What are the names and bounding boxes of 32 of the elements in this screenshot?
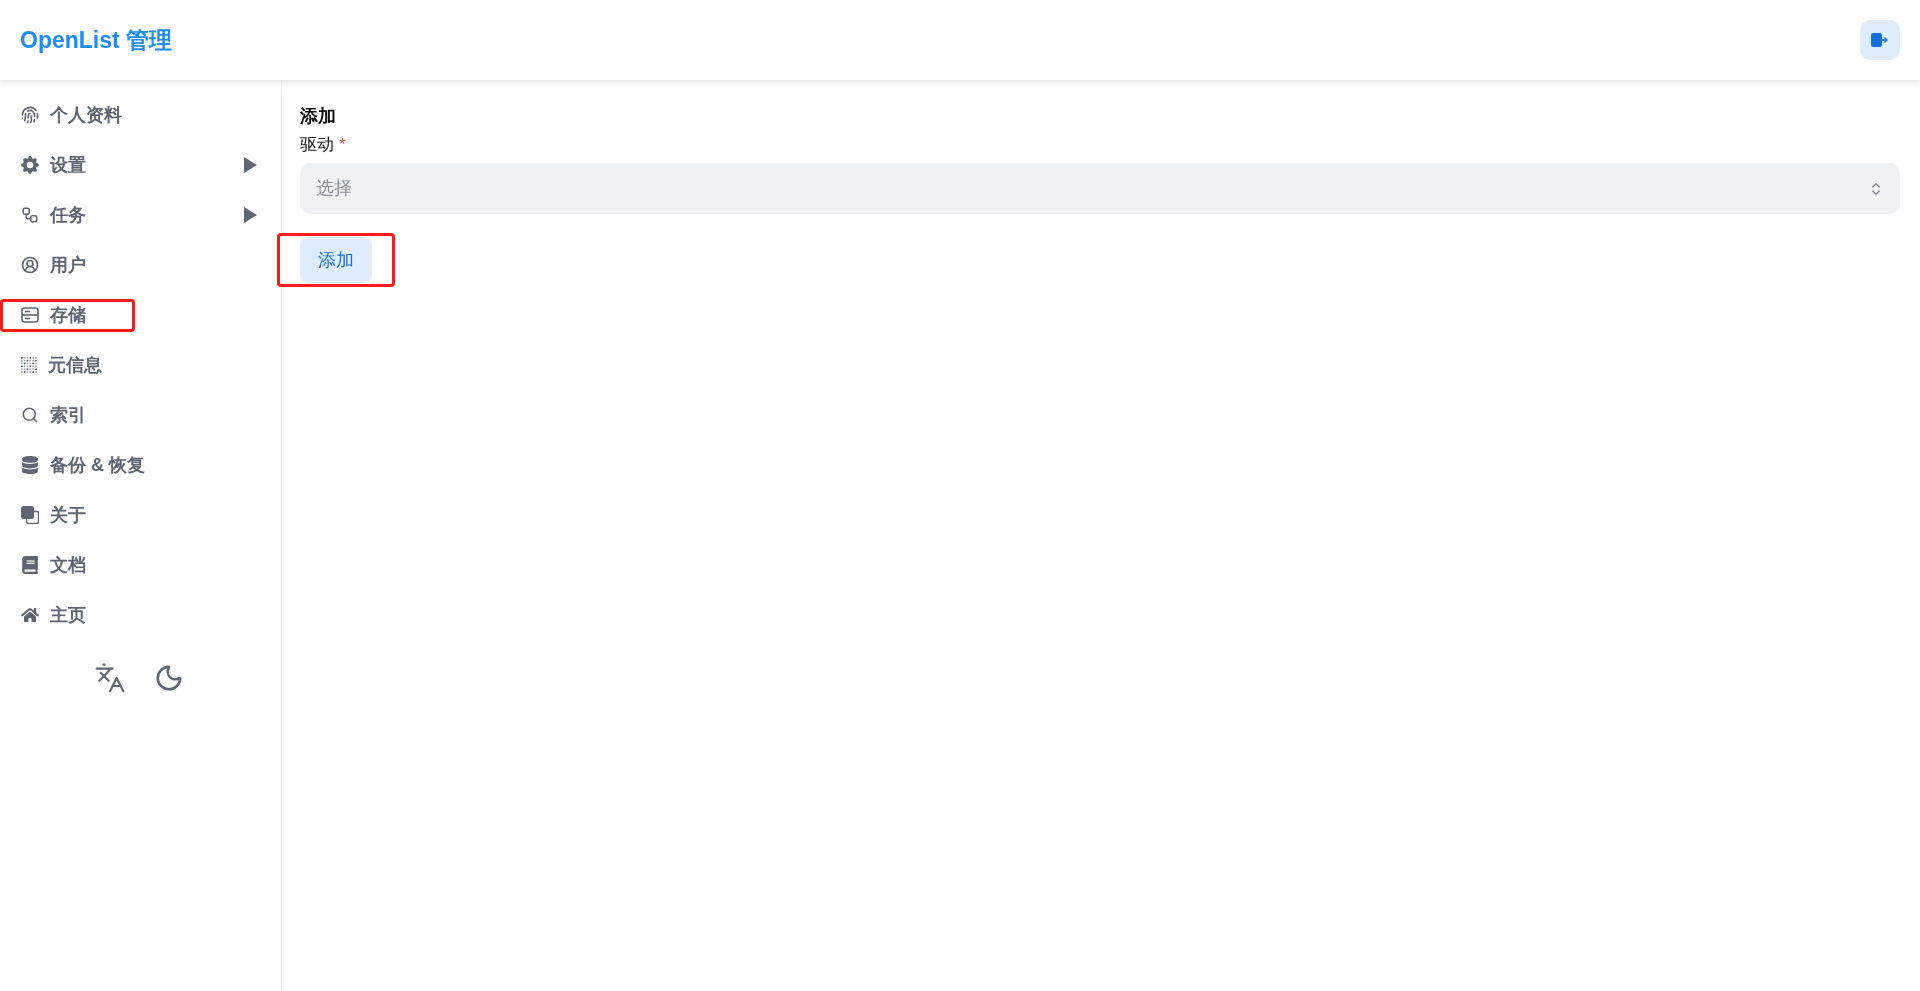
logout-button[interactable] bbox=[1860, 20, 1900, 60]
dot-grid-icon bbox=[21, 357, 37, 373]
sidebar-item[interactable]: 元信息 bbox=[0, 356, 257, 374]
language-button[interactable] bbox=[93, 662, 126, 694]
logout-icon bbox=[1871, 33, 1889, 47]
select-field[interactable]: 选择 bbox=[300, 163, 1900, 214]
database-icon bbox=[21, 456, 39, 474]
sidebar-item[interactable]: 备份 & 恢复 bbox=[0, 456, 257, 474]
app-title: OpenList 管理 bbox=[20, 25, 173, 55]
user-circle-icon bbox=[21, 256, 39, 274]
add-button[interactable]: 添加 bbox=[300, 237, 372, 283]
sidebar-item[interactable]: 关于 bbox=[0, 506, 257, 524]
server-icon bbox=[21, 307, 39, 323]
form-heading: 添加 bbox=[300, 105, 336, 128]
settings-icon bbox=[21, 156, 39, 174]
translate-icon bbox=[93, 662, 126, 694]
field-label: 驱动 bbox=[300, 134, 334, 156]
required-mark: * bbox=[339, 134, 346, 156]
home-icon bbox=[21, 606, 39, 624]
fingerprint-icon bbox=[21, 106, 39, 124]
sidebar-item[interactable]: 任务 bbox=[0, 206, 257, 224]
sidebar-item[interactable]: 个人资料 bbox=[0, 106, 257, 124]
book-icon bbox=[21, 556, 39, 574]
sidebar-item[interactable]: 设置 bbox=[0, 156, 257, 174]
sidebar-item[interactable]: 文档 bbox=[0, 556, 257, 574]
copy-icon bbox=[21, 506, 39, 524]
sidebar-item[interactable]: 索引 bbox=[0, 406, 257, 424]
workflow-icon bbox=[21, 206, 39, 224]
sidebar-item[interactable]: 主页 bbox=[0, 606, 257, 624]
sidebar-item[interactable]: 用户 bbox=[0, 256, 257, 274]
search-icon bbox=[21, 406, 39, 424]
sidebar-item[interactable]: 存储 bbox=[3, 301, 132, 329]
